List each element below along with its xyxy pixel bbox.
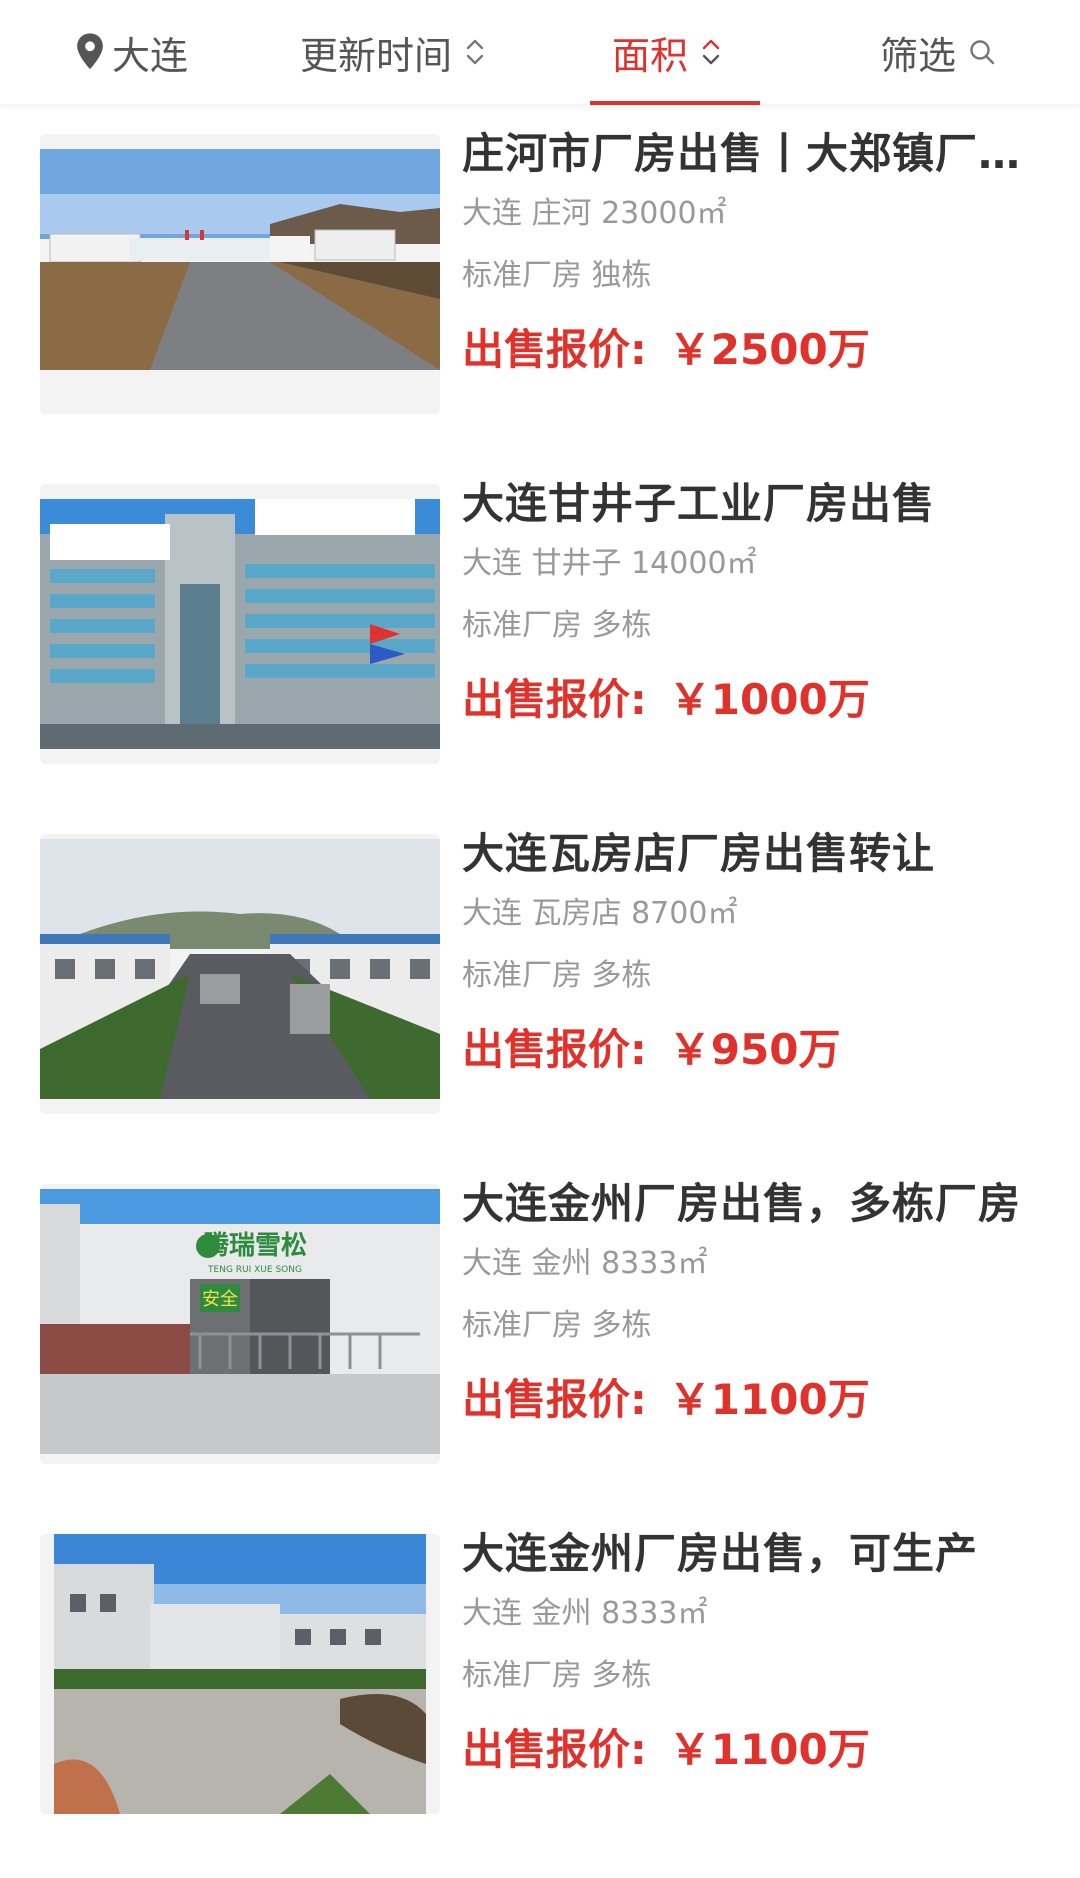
price-label: 出售报价: <box>462 1025 647 1074</box>
listing-area: 8333㎡ <box>601 1246 708 1281</box>
price-label: 出售报价: <box>462 325 647 374</box>
listing-city: 大连 <box>462 896 522 931</box>
sort-updown-icon <box>702 39 720 65</box>
search-icon <box>970 40 995 65</box>
price-value: ￥1000万 <box>668 675 870 724</box>
filter-button[interactable]: 筛选 <box>880 0 996 104</box>
listing-title: 大连甘井子工业厂房出售 <box>462 479 936 528</box>
listing-price: 出售报价: ￥2500万 <box>462 322 1022 378</box>
listing-city: 大连 <box>462 546 522 581</box>
listing-district: 瓦房店 <box>531 896 622 931</box>
sort-updown-icon <box>466 39 484 65</box>
listing-thumbnail: 腾瑞雪松 TENG RUI XUE SONG 安全 <box>40 1184 440 1464</box>
listing-info: 大连甘井子工业厂房出售 大连 甘井子 14000㎡ 标准厂房 多栋 出售报价: ￥… <box>462 474 1022 728</box>
listing-title: 大连金州厂房出售，可生产 <box>462 1529 979 1578</box>
listing-card[interactable]: 大连瓦房店厂房出售转让 大连 瓦房店 8700㎡ 标准厂房 多栋 出售报价: ￥9… <box>0 804 1080 1114</box>
listing-info: 大连金州厂房出售，可生产 大连 金州 8333㎡ 标准厂房 多栋 出售报价: ￥1… <box>462 1524 1022 1778</box>
listing-info: 大连金州厂房出售，多栋厂房 大连 金州 8333㎡ 标准厂房 多栋 出售报价: ￥… <box>462 1174 1022 1428</box>
listing-district: 金州 <box>531 1246 592 1281</box>
listing-city: 大连 <box>462 1596 522 1631</box>
factory-lot-photo <box>40 1534 440 1814</box>
listing-price: 出售报价: ￥950万 <box>462 1022 1022 1078</box>
price-value: ￥1100万 <box>668 1725 870 1774</box>
listing-district: 庄河 <box>531 196 592 231</box>
factory-road-photo <box>40 834 440 1114</box>
listing-info: 庄河市厂房出售丨大郑镇厂房出售 大连 庄河 23000㎡ 标准厂房 独栋 出售报… <box>462 124 1022 378</box>
listing-card[interactable]: 大连金州厂房出售，可生产 大连 金州 8333㎡ 标准厂房 多栋 出售报价: ￥1… <box>0 1504 1080 1814</box>
listing-meta: 大连 金州 8333㎡ <box>462 1594 1022 1634</box>
factory-sign-subtext: TENG RUI XUE SONG <box>207 1265 302 1275</box>
listing-thumbnail <box>40 134 440 414</box>
listing-meta: 大连 庄河 23000㎡ <box>462 194 1022 234</box>
listing-card[interactable]: 大连甘井子工业厂房出售 大连 甘井子 14000㎡ 标准厂房 多栋 出售报价: ￥… <box>0 454 1080 764</box>
listing-district: 甘井子 <box>531 546 622 581</box>
listing-card[interactable]: 庄河市厂房出售丨大郑镇厂房出售 大连 庄河 23000㎡ 标准厂房 独栋 出售报… <box>0 104 1080 414</box>
listing-info: 大连瓦房店厂房出售转让 大连 瓦房店 8700㎡ 标准厂房 多栋 出售报价: ￥9… <box>462 824 1022 1078</box>
listing-tags: 标准厂房 多栋 <box>462 1308 652 1343</box>
listing-card[interactable]: 腾瑞雪松 TENG RUI XUE SONG 安全 大连金州厂房出售，多栋厂房 … <box>0 1154 1080 1464</box>
listing-tags: 标准厂房 多栋 <box>462 608 652 643</box>
listing-district: 金州 <box>531 1596 592 1631</box>
listing-area: 14000㎡ <box>631 546 757 581</box>
listing-thumbnail <box>40 484 440 764</box>
sort-update-time[interactable]: 更新时间 <box>300 0 486 104</box>
listing-city: 大连 <box>462 196 522 231</box>
filter-label: 筛选 <box>880 33 957 78</box>
listing-meta: 大连 甘井子 14000㎡ <box>462 544 1022 584</box>
active-tab-indicator <box>590 101 760 105</box>
listing-thumbnail <box>40 834 440 1114</box>
sort-area[interactable]: 面积 <box>612 0 722 104</box>
listing-title: 庄河市厂房出售丨大郑镇厂房出售 <box>462 129 1022 178</box>
office-building-photo <box>40 484 440 764</box>
listing-price: 出售报价: ￥1000万 <box>462 672 1022 728</box>
listing-price: 出售报价: ￥1100万 <box>462 1372 1022 1428</box>
location-pin-icon <box>77 33 103 70</box>
price-value: ￥2500万 <box>668 325 870 374</box>
city-selector[interactable]: 大连 <box>72 0 188 104</box>
update-time-label: 更新时间 <box>300 33 453 78</box>
listing-meta: 大连 金州 8333㎡ <box>462 1244 1022 1284</box>
listing-area: 8333㎡ <box>601 1596 708 1631</box>
listing-title: 大连瓦房店厂房出售转让 <box>462 829 936 878</box>
listing-price: 出售报价: ￥1100万 <box>462 1722 1022 1778</box>
listing-area: 23000㎡ <box>601 196 727 231</box>
listing-tags: 标准厂房 独栋 <box>462 258 652 293</box>
price-label: 出售报价: <box>462 675 647 724</box>
listing-area: 8700㎡ <box>631 896 738 931</box>
listing-tags: 标准厂房 多栋 <box>462 958 652 993</box>
safety-banner-text: 安全 <box>202 1289 238 1310</box>
factory-yard-photo <box>40 134 440 414</box>
listing-thumbnail <box>40 1534 440 1814</box>
factory-gate-photo: 腾瑞雪松 TENG RUI XUE SONG 安全 <box>40 1184 440 1464</box>
listing-title: 大连金州厂房出售，多栋厂房 <box>462 1179 1022 1228</box>
filter-bar: 大连 更新时间 面积 筛选 <box>0 0 1080 105</box>
price-label: 出售报价: <box>462 1375 647 1424</box>
price-label: 出售报价: <box>462 1725 647 1774</box>
listing-meta: 大连 瓦房店 8700㎡ <box>462 894 1022 934</box>
city-label: 大连 <box>112 33 189 78</box>
factory-sign-text: 腾瑞雪松 <box>203 1231 307 1261</box>
price-value: ￥1100万 <box>668 1375 870 1424</box>
price-value: ￥950万 <box>668 1025 841 1074</box>
listing-tags: 标准厂房 多栋 <box>462 1658 652 1693</box>
area-label: 面积 <box>612 33 689 78</box>
listing-city: 大连 <box>462 1246 522 1281</box>
